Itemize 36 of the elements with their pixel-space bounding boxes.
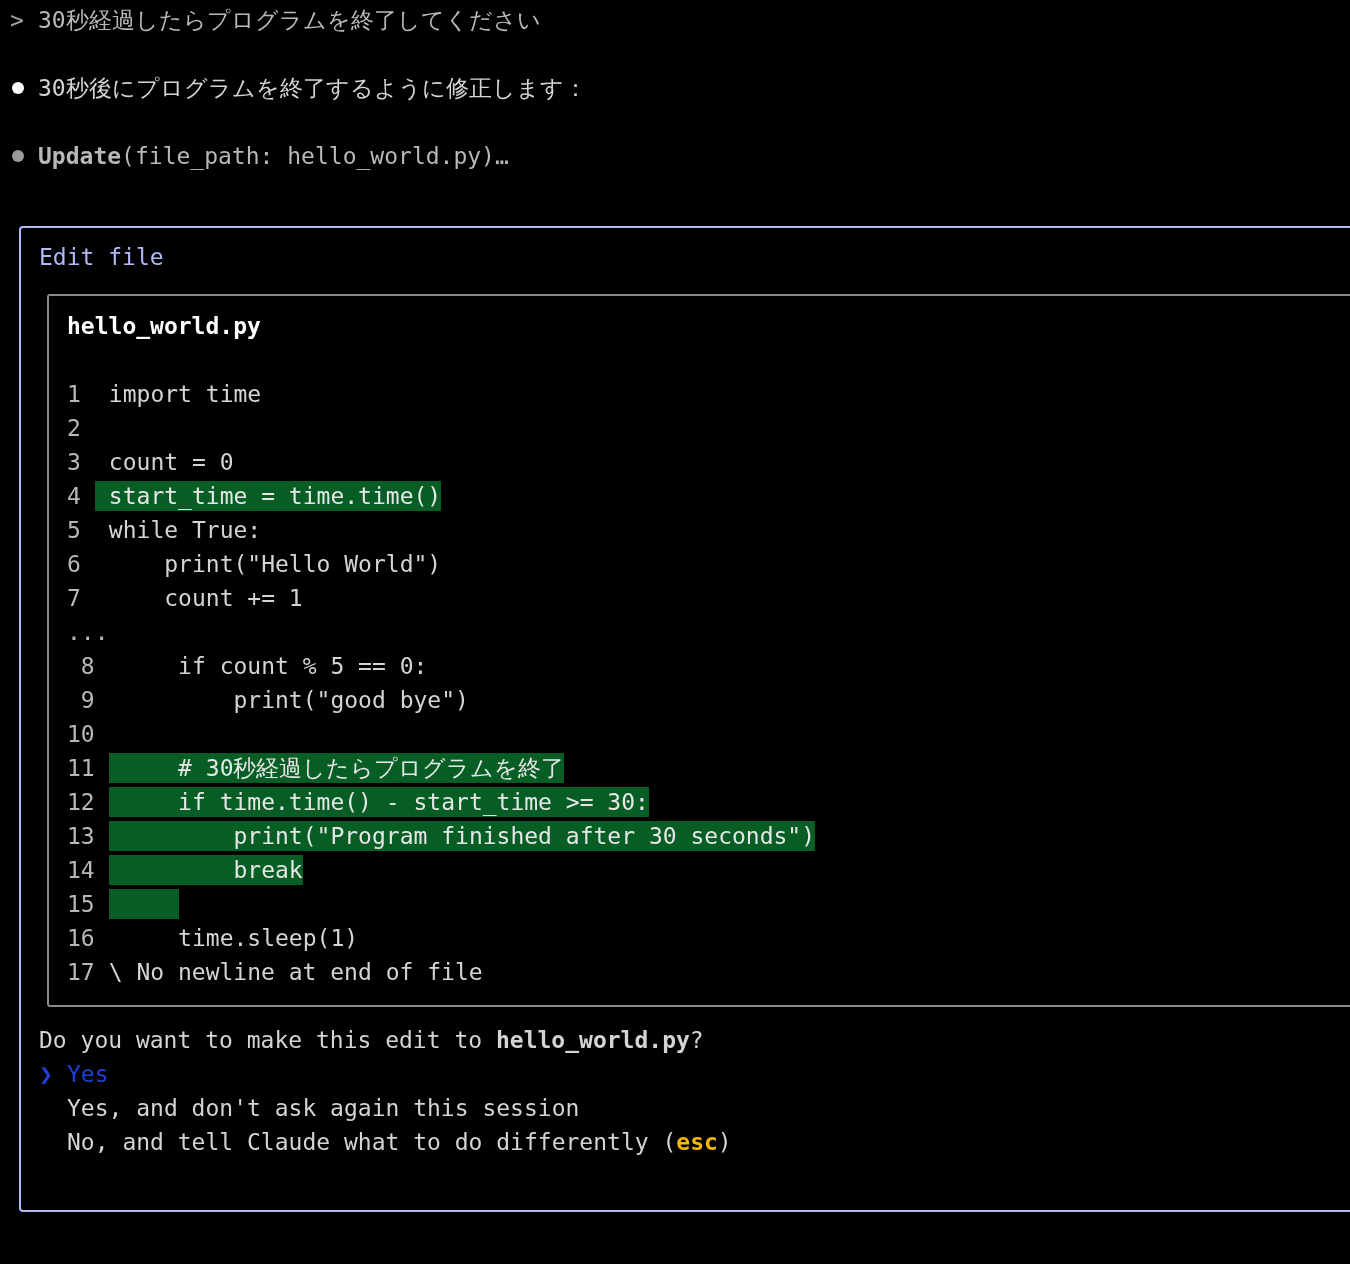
tool-call-text: Update(file_path: hello_world.py)… — [38, 142, 509, 172]
code-line: count = 0 — [107, 448, 234, 477]
code-line: print("Hello World") — [163, 550, 442, 579]
code-line: time.sleep(1) — [177, 924, 359, 953]
file-name: hello_world.py — [67, 312, 261, 341]
line-number: 4 — [67, 482, 81, 511]
line-number: 13 — [67, 822, 95, 851]
code-line: import time — [107, 380, 262, 409]
line-number: 11 — [67, 754, 95, 783]
menu-option[interactable]: No, and tell Claude what to do differently (esc) — [39, 1125, 732, 1159]
line-number: 12 — [67, 788, 95, 817]
line-number: 17 — [67, 958, 95, 987]
line-number: 16 — [67, 924, 95, 953]
code-line: print("good bye") — [232, 686, 469, 715]
line-number: 2 — [67, 414, 81, 443]
assistant-message-text: 30秒後にプログラムを終了するように修正します： — [38, 74, 587, 103]
hunk-separator: ... — [67, 618, 109, 647]
no-newline-note: \ No newline at end of file — [108, 958, 483, 987]
prompt-marker: > — [10, 6, 25, 35]
code-line: while True: — [107, 516, 262, 545]
confirm-question: Do you want to make this edit to hello_world.py? — [39, 1026, 704, 1055]
line-number: 1 — [67, 380, 81, 409]
line-number: 7 — [67, 584, 81, 613]
menu-option[interactable]: Yes, and don't ask again this session — [39, 1091, 580, 1125]
dialog-title: Edit file — [39, 243, 164, 272]
line-number: 15 — [67, 890, 95, 919]
code-line: if count % 5 == 0: — [177, 652, 428, 681]
code-line: count += 1 — [163, 584, 303, 613]
line-number: 6 — [67, 550, 81, 579]
line-number: 10 — [67, 720, 95, 749]
line-number: 5 — [67, 516, 81, 545]
line-number: 8 — [79, 652, 95, 681]
line-number: 9 — [79, 686, 95, 715]
user-prompt-text: 30秒経過したらプログラムを終了してください — [38, 6, 541, 35]
line-number: 14 — [67, 856, 95, 885]
line-number: 3 — [67, 448, 81, 477]
